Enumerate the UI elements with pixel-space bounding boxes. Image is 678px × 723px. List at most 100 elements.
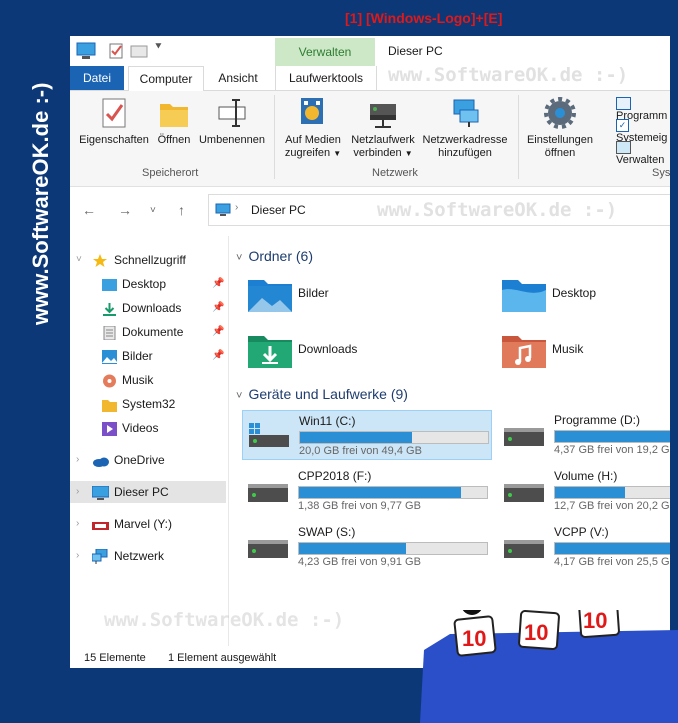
forward-arrow-icon[interactable]: → [118,202,132,218]
drive-free-space: 12,7 GB frei von 20,2 G [554,500,670,512]
rename-button[interactable]: Umbenennen [196,96,268,147]
downloads-folder-icon [248,336,292,368]
open-settings-button[interactable]: Einstellungen öffnen [522,96,598,160]
address-watermark: www.SoftwareOK.de :-) [377,199,618,221]
annotation-prefix: [1] [345,10,363,26]
folder-label: Bilder [298,286,329,300]
chevron-right-icon[interactable]: › [76,513,79,535]
drive-s[interactable]: SWAP (S:) 4,23 GB frei von 9,91 GB [242,522,490,570]
mascot-figure: 10 [578,610,620,639]
drive-h[interactable]: Volume (H:) 12,7 GB frei von 20,2 G [498,466,670,514]
folder-desktop[interactable]: Desktop [502,276,670,320]
chevron-down-icon: ▼ [333,149,342,158]
gear-icon [544,97,576,129]
chevron-down-icon[interactable]: ˅ [236,252,242,264]
network-drive-icon [370,104,396,128]
map-drive-label-1: Netzlaufwerk [351,134,415,146]
open-label: Öffnen [157,134,191,146]
drive-name: Win11 (C:) [299,414,356,428]
tab-computer[interactable]: Computer [128,66,204,92]
folders-section-header[interactable]: ˅ Ordner (6) [236,248,313,264]
nav-music[interactable]: Musik [70,369,226,391]
folder-downloads[interactable]: Downloads [248,332,468,376]
star-icon [92,253,108,275]
side-watermark: www.SoftwareOK.de :-) [28,83,53,326]
tab-drive-tools[interactable]: Laufwerktools [275,66,377,90]
desktop-icon [102,277,117,299]
hard-drive-icon [504,540,544,558]
drive-usage-bar [298,486,488,499]
pin-icon[interactable]: 📌 [212,297,224,319]
nav-label: Desktop [122,277,167,291]
folder-pictures[interactable]: Bilder [248,276,468,320]
breadcrumb-chevron-icon[interactable]: › [235,202,238,213]
nav-videos[interactable]: Videos [70,417,226,439]
manage-label: Verwalten [616,154,665,166]
address-box[interactable]: › Dieser PC www.SoftwareOK.de :-) [208,194,670,226]
properties-button[interactable]: Eigenschaften [76,96,152,147]
drive-f[interactable]: CPP2018 (F:) 1,38 GB frei von 9,77 GB [242,466,490,514]
pin-icon[interactable]: 📌 [212,321,224,343]
chevron-right-icon[interactable]: › [76,545,79,567]
nav-downloads[interactable]: Downloads 📌 [70,297,226,319]
drive-c[interactable]: Win11 (C:) 20,0 GB frei von 49,4 GB [242,410,492,460]
nav-label: Bilder [122,349,153,363]
nav-quick-access[interactable]: ˅ Schnellzugriff [70,249,226,271]
computer-icon [215,203,231,216]
pin-icon[interactable]: 📌 [212,345,224,367]
drive-d[interactable]: Programme (D:) 4,37 GB frei von 19,2 G [498,410,670,458]
nav-label: System32 [122,397,176,411]
nav-pictures[interactable]: Bilder 📌 [70,345,226,367]
nav-this-pc[interactable]: › Dieser PC [70,481,226,503]
mascot-illustration: 10 10 10 [420,610,678,723]
nav-label: Dokumente [122,325,184,339]
drive-usage-fill [555,431,670,442]
nav-label: Musik [122,373,154,387]
context-tab-manage[interactable]: Verwalten [275,38,375,66]
new-folder-qat-icon[interactable] [130,42,148,60]
chevron-down-icon[interactable]: ˅ [76,249,82,271]
nav-marvel-drive[interactable]: › Marvel (Y:) [70,513,226,535]
chevron-right-icon[interactable]: › [76,449,79,471]
add-network-location-button[interactable]: Netzwerkadresse hinzufügen [420,96,510,160]
group-system-label: Syst [652,167,670,179]
nav-network[interactable]: › Netzwerk [70,545,226,567]
map-drive-button[interactable]: Netzlaufwerk verbinden ▼ [348,96,418,160]
chevron-right-icon[interactable]: › [76,481,79,503]
drive-usage-bar [299,431,489,444]
recent-chevron-icon[interactable]: ˅ [150,205,156,216]
address-path[interactable]: Dieser PC [251,203,306,217]
drive-usage-fill [299,487,461,498]
settings-label-1: Einstellungen [526,134,594,146]
tab-file[interactable]: Datei [70,66,124,90]
network-location-icon [453,99,479,127]
nav-label: Downloads [122,301,182,315]
side-watermark-text: www.SoftwareOK.de :-) [28,83,53,326]
pin-icon[interactable]: 📌 [212,273,224,295]
drive-usage-bar [554,486,670,499]
open-button[interactable]: Öffnen [154,96,194,147]
properties-qat-icon[interactable] [108,42,124,60]
manage-button[interactable]: Verwalten [616,141,670,166]
tab-view[interactable]: Ansicht [208,66,268,90]
nav-system32[interactable]: System32 [70,393,226,415]
folder-music[interactable]: Musik [502,332,670,376]
nav-documents[interactable]: Dokumente 📌 [70,321,226,343]
computer-icon [76,42,96,59]
bottom-watermark: www.SoftwareOK.de :-) [104,609,345,631]
quick-access-toolbar: ⯆ Verwalten Dieser PC [70,36,670,66]
drive-free-space: 20,0 GB frei von 49,4 GB [299,445,422,457]
hard-drive-icon [248,540,288,558]
nav-desktop[interactable]: Desktop 📌 [70,273,226,295]
drives-section-header[interactable]: ˅ Geräte und Laufwerke (9) [236,386,408,402]
drive-v[interactable]: VCPP (V:) 4,17 GB frei von 25,5 G [498,522,670,570]
up-arrow-icon[interactable]: ↑ [178,202,185,218]
chevron-down-icon[interactable]: ˅ [236,390,242,402]
access-media-button[interactable]: Auf Medien zugreifen ▼ [280,96,346,160]
nav-onedrive[interactable]: › OneDrive [70,449,226,471]
drive-free-space: 4,17 GB frei von 25,5 G [554,556,670,568]
back-arrow-icon[interactable]: ← [82,202,96,218]
nav-label: OneDrive [114,453,165,467]
qat-dropdown-icon[interactable]: ⯆ [154,41,163,54]
ribbon-watermark: www.SoftwareOK.de :-) [388,64,629,86]
